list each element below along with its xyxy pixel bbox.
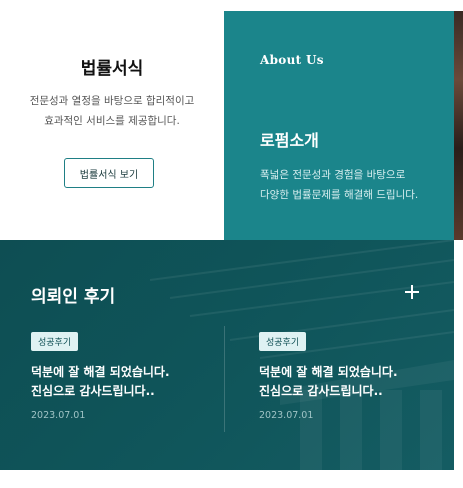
- success-review-badge: 성공후기: [259, 332, 307, 351]
- about-us-card[interactable]: About Us 로펌소개 폭넓은 전문성과 경험을 바탕으로 다양한 법률문제…: [224, 11, 454, 240]
- review-text-line: 덕분에 잘 해결 되었습니다.: [31, 365, 170, 379]
- review-text: 덕분에 잘 해결 되었습니다. 진심으로 감사드립니다..: [259, 363, 439, 401]
- view-legal-forms-button[interactable]: 법률서식 보기: [64, 158, 154, 188]
- legal-forms-desc-line: 효과적인 서비스를 제공합니다.: [44, 115, 180, 127]
- review-text-line: 진심으로 감사드립니다..: [259, 384, 383, 398]
- page-edge: [454, 240, 463, 470]
- review-text-line: 진심으로 감사드립니다..: [31, 384, 155, 398]
- legal-forms-card: 법률서식 전문성과 열정을 바탕으로 합리적이고 효과적인 서비스를 제공합니다…: [0, 0, 224, 240]
- legal-forms-title: 법률서식: [80, 59, 144, 79]
- review-card[interactable]: 성공후기 덕분에 잘 해결 되었습니다. 진심으로 감사드립니다.. 2023.…: [31, 330, 211, 421]
- client-reviews-section: 의뢰인 후기 성공후기 덕분에 잘 해결 되었습니다. 진심으로 감사드립니다.…: [0, 240, 454, 470]
- plus-icon[interactable]: [402, 282, 422, 302]
- about-us-eyebrow: About Us: [260, 53, 324, 67]
- review-date: 2023.07.01: [259, 410, 314, 421]
- review-card[interactable]: 성공후기 덕분에 잘 해결 되었습니다. 진심으로 감사드립니다.. 2023.…: [259, 330, 439, 421]
- review-divider: [224, 326, 225, 432]
- about-us-description: 폭넓은 전문성과 경험을 바탕으로 다양한 법률문제를 해결해 드립니다.: [260, 165, 450, 205]
- success-review-badge: 성공후기: [31, 332, 79, 351]
- legal-forms-desc-line: 전문성과 열정을 바탕으로 합리적이고: [29, 95, 195, 107]
- review-date: 2023.07.01: [31, 410, 86, 421]
- adjacent-photo-edge: [454, 11, 463, 240]
- about-desc-line: 폭넓은 전문성과 경험을 바탕으로: [260, 169, 406, 181]
- legal-forms-description: 전문성과 열정을 바탕으로 합리적이고 효과적인 서비스를 제공합니다.: [12, 91, 212, 131]
- review-text: 덕분에 잘 해결 되었습니다. 진심으로 감사드립니다..: [31, 363, 211, 401]
- about-us-title: 로펌소개: [260, 131, 319, 150]
- about-desc-line: 다양한 법률문제를 해결해 드립니다.: [260, 189, 419, 201]
- client-reviews-title: 의뢰인 후기: [31, 287, 116, 307]
- review-text-line: 덕분에 잘 해결 되었습니다.: [259, 365, 398, 379]
- top-section: 법률서식 전문성과 열정을 바탕으로 합리적이고 효과적인 서비스를 제공합니다…: [0, 0, 463, 240]
